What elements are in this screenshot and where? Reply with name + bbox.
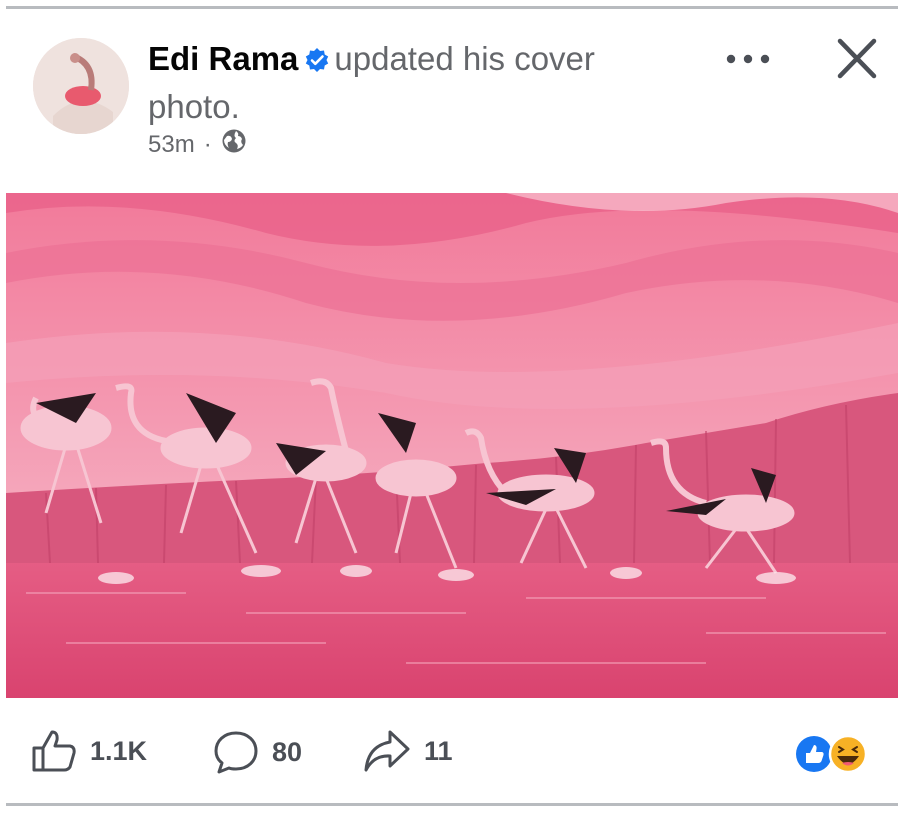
flamingo-photo-image	[6, 193, 898, 698]
comment-count: 80	[272, 736, 303, 767]
comment-icon	[214, 731, 258, 774]
top-divider	[6, 6, 898, 9]
like-button[interactable]: 1.1K	[30, 728, 147, 774]
comment-button[interactable]: 80	[212, 728, 302, 776]
share-button[interactable]: 11	[362, 728, 453, 774]
cover-photo[interactable]	[6, 193, 898, 698]
post-actions-bar: 1.1K 80 11	[0, 720, 900, 786]
meta-separator: ·	[203, 130, 212, 158]
like-count: 1.1K	[90, 735, 148, 766]
post-header: Edi Rama updated his cover photo.	[148, 36, 688, 129]
close-icon	[837, 38, 877, 79]
more-options-button[interactable]	[722, 44, 774, 74]
post-time[interactable]: 53m	[148, 131, 195, 159]
thumbs-up-icon	[32, 730, 76, 772]
avatar[interactable]	[33, 38, 129, 134]
share-icon	[364, 730, 410, 772]
more-horizontal-icon	[726, 54, 770, 64]
author-name[interactable]: Edi Rama	[148, 40, 298, 77]
close-button[interactable]	[832, 36, 882, 82]
reactions-icons	[796, 734, 868, 774]
share-count: 11	[424, 735, 453, 766]
post-meta: 53m ·	[148, 128, 247, 161]
bottom-divider	[6, 803, 898, 806]
haha-reaction-icon	[828, 734, 868, 774]
globe-icon	[221, 128, 247, 161]
like-reaction-icon	[796, 736, 832, 772]
avatar-image	[33, 38, 129, 134]
reaction-summary[interactable]	[794, 732, 874, 776]
verified-badge-icon	[304, 39, 330, 84]
